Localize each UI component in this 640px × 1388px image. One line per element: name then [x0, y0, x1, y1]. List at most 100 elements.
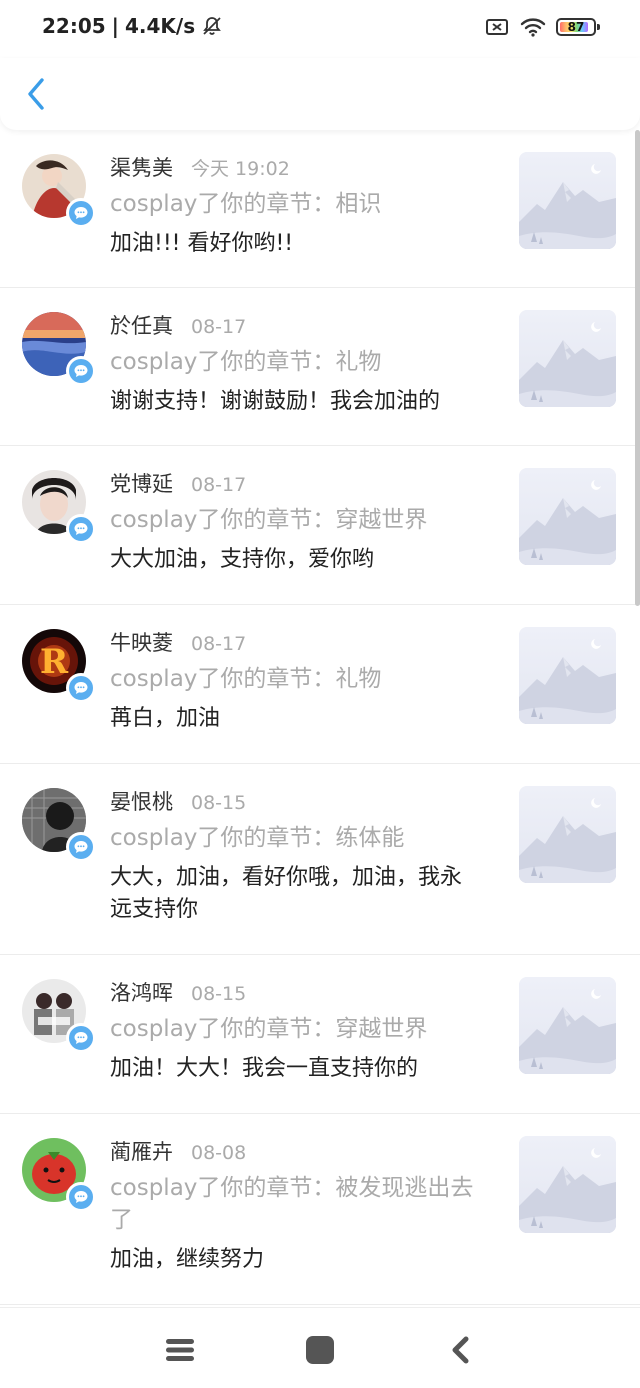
comment-list: 渠隽美 今天 19:02 cosplay了你的章节：相识 加油!!! 看好你哟!… [0, 130, 640, 1305]
chapter-reference: cosplay了你的章节：相识 [110, 191, 382, 217]
image-placeholder-icon [519, 310, 616, 407]
menu-icon [166, 1339, 194, 1361]
chapter-reference: cosplay了你的章节：礼物 [110, 349, 382, 375]
status-separator: | [111, 14, 119, 38]
comment-badge-icon [66, 198, 96, 228]
item-text: 蔺雁卉 08-08 cosplay了你的章节：被发现逃出去了 加油，继续努力 [110, 1136, 490, 1276]
avatar-wrap [22, 312, 96, 386]
back-button[interactable] [18, 74, 54, 114]
comment-text: 大大加油，支持你，爱你哟 [110, 547, 375, 572]
header [0, 58, 640, 130]
comment-badge-icon [66, 1182, 96, 1212]
comment-text: 谢谢支持！谢谢鼓励！我会加油的 [110, 389, 441, 414]
comment-text: 加油!!! 看好你哟!! [110, 231, 294, 256]
avatar-wrap: R [22, 629, 96, 703]
username[interactable]: 於任真 [110, 310, 173, 340]
chapter-thumbnail[interactable] [519, 1136, 616, 1233]
chapter-thumbnail[interactable] [519, 152, 616, 249]
chapter-reference: cosplay了你的章节：被发现逃出去了 [110, 1175, 474, 1233]
username[interactable]: 党博延 [110, 468, 173, 498]
item-text: 渠隽美 今天 19:02 cosplay了你的章节：相识 加油!!! 看好你哟!… [110, 152, 490, 260]
comment-text: 加油，继续努力 [110, 1247, 265, 1272]
image-placeholder-icon [519, 977, 616, 1074]
comment-text: 大大，加油，看好你哦，加油，我永远支持你 [110, 865, 463, 922]
username[interactable]: 牛映菱 [110, 627, 173, 657]
sim-off-icon [484, 16, 510, 38]
timestamp: 08-15 [191, 792, 247, 814]
status-bar: 22:05 | 4.4K/s 87 [0, 0, 640, 58]
list-item[interactable]: 於任真 08-17 cosplay了你的章节：礼物 谢谢支持！谢谢鼓励！我会加油… [0, 288, 640, 446]
timestamp: 08-17 [191, 316, 247, 338]
chapter-reference: cosplay了你的章节：练体能 [110, 825, 405, 851]
timestamp: 今天 19:02 [191, 158, 290, 180]
item-meta: 蔺雁卉 08-08 [110, 1136, 490, 1168]
item-text: 牛映菱 08-17 cosplay了你的章节：礼物 苒白，加油 [110, 627, 490, 735]
home-icon [306, 1336, 334, 1364]
timestamp: 08-15 [191, 983, 247, 1005]
image-placeholder-icon [519, 1136, 616, 1233]
username[interactable]: 蔺雁卉 [110, 1136, 173, 1166]
list-item[interactable]: 渠隽美 今天 19:02 cosplay了你的章节：相识 加油!!! 看好你哟!… [0, 130, 640, 288]
timestamp: 08-08 [191, 1142, 247, 1164]
list-item[interactable]: 蔺雁卉 08-08 cosplay了你的章节：被发现逃出去了 加油，继续努力 [0, 1114, 640, 1305]
item-meta: 牛映菱 08-17 [110, 627, 490, 659]
nav-back-button[interactable] [442, 1332, 478, 1368]
list-item[interactable]: 洛鸿晖 08-15 cosplay了你的章节：穿越世界 加油！大大！我会一直支持… [0, 955, 640, 1114]
avatar-wrap [22, 154, 96, 228]
image-placeholder-icon [519, 786, 616, 883]
item-meta: 於任真 08-17 [110, 310, 490, 342]
network-speed: 4.4K/s [124, 14, 196, 38]
chapter-thumbnail[interactable] [519, 468, 616, 565]
list-item[interactable]: 党博延 08-17 cosplay了你的章节：穿越世界 大大加油，支持你，爱你哟 [0, 446, 640, 605]
avatar-wrap [22, 1138, 96, 1212]
timestamp: 08-17 [191, 633, 247, 655]
username[interactable]: 渠隽美 [110, 152, 173, 182]
chapter-thumbnail[interactable] [519, 310, 616, 407]
menu-button[interactable] [162, 1332, 198, 1368]
battery-icon: 87 [556, 18, 600, 36]
comment-text: 苒白，加油 [110, 706, 221, 731]
svg-text:R: R [40, 642, 69, 682]
username[interactable]: 洛鸿晖 [110, 977, 173, 1007]
status-time: 22:05 [42, 14, 106, 38]
image-placeholder-icon [519, 152, 616, 249]
back-icon [452, 1336, 469, 1364]
comment-badge-icon [66, 673, 96, 703]
wifi-icon [520, 16, 546, 38]
avatar-wrap [22, 470, 96, 544]
comment-badge-icon [66, 356, 96, 386]
chapter-thumbnail[interactable] [519, 786, 616, 883]
status-right: 87 [484, 16, 600, 38]
timestamp: 08-17 [191, 474, 247, 496]
comment-badge-icon [66, 1023, 96, 1053]
comment-badge-icon [66, 832, 96, 862]
item-text: 於任真 08-17 cosplay了你的章节：礼物 谢谢支持！谢谢鼓励！我会加油… [110, 310, 490, 418]
chapter-reference: cosplay了你的章节：穿越世界 [110, 507, 428, 533]
home-button[interactable] [302, 1332, 338, 1368]
list-item[interactable]: 晏恨桃 08-15 cosplay了你的章节：练体能 大大，加油，看好你哦，加油… [0, 764, 640, 955]
avatar-wrap [22, 788, 96, 862]
chapter-thumbnail[interactable] [519, 627, 616, 724]
item-meta: 党博延 08-17 [110, 468, 490, 500]
item-text: 党博延 08-17 cosplay了你的章节：穿越世界 大大加油，支持你，爱你哟 [110, 468, 490, 576]
item-text: 洛鸿晖 08-15 cosplay了你的章节：穿越世界 加油！大大！我会一直支持… [110, 977, 490, 1085]
image-placeholder-icon [519, 468, 616, 565]
chapter-reference: cosplay了你的章节：礼物 [110, 666, 382, 692]
battery-tip [597, 24, 600, 30]
status-left: 22:05 | 4.4K/s [42, 14, 223, 38]
item-text: 晏恨桃 08-15 cosplay了你的章节：练体能 大大，加油，看好你哦，加油… [110, 786, 490, 926]
item-meta: 洛鸿晖 08-15 [110, 977, 490, 1009]
comment-text: 加油！大大！我会一直支持你的 [110, 1056, 419, 1081]
item-meta: 渠隽美 今天 19:02 [110, 152, 490, 184]
bell-off-icon [201, 15, 223, 37]
image-placeholder-icon [519, 627, 616, 724]
username[interactable]: 晏恨桃 [110, 786, 173, 816]
chapter-reference: cosplay了你的章节：穿越世界 [110, 1016, 428, 1042]
list-item[interactable]: R 牛映菱 08-17 cosplay了你的章节：礼物 苒白，加油 [0, 605, 640, 764]
avatar-wrap [22, 979, 96, 1053]
chapter-thumbnail[interactable] [519, 977, 616, 1074]
scrollbar[interactable] [635, 130, 640, 606]
comment-badge-icon [66, 514, 96, 544]
system-nav-bar [0, 1307, 640, 1388]
chevron-left-icon [28, 78, 44, 110]
